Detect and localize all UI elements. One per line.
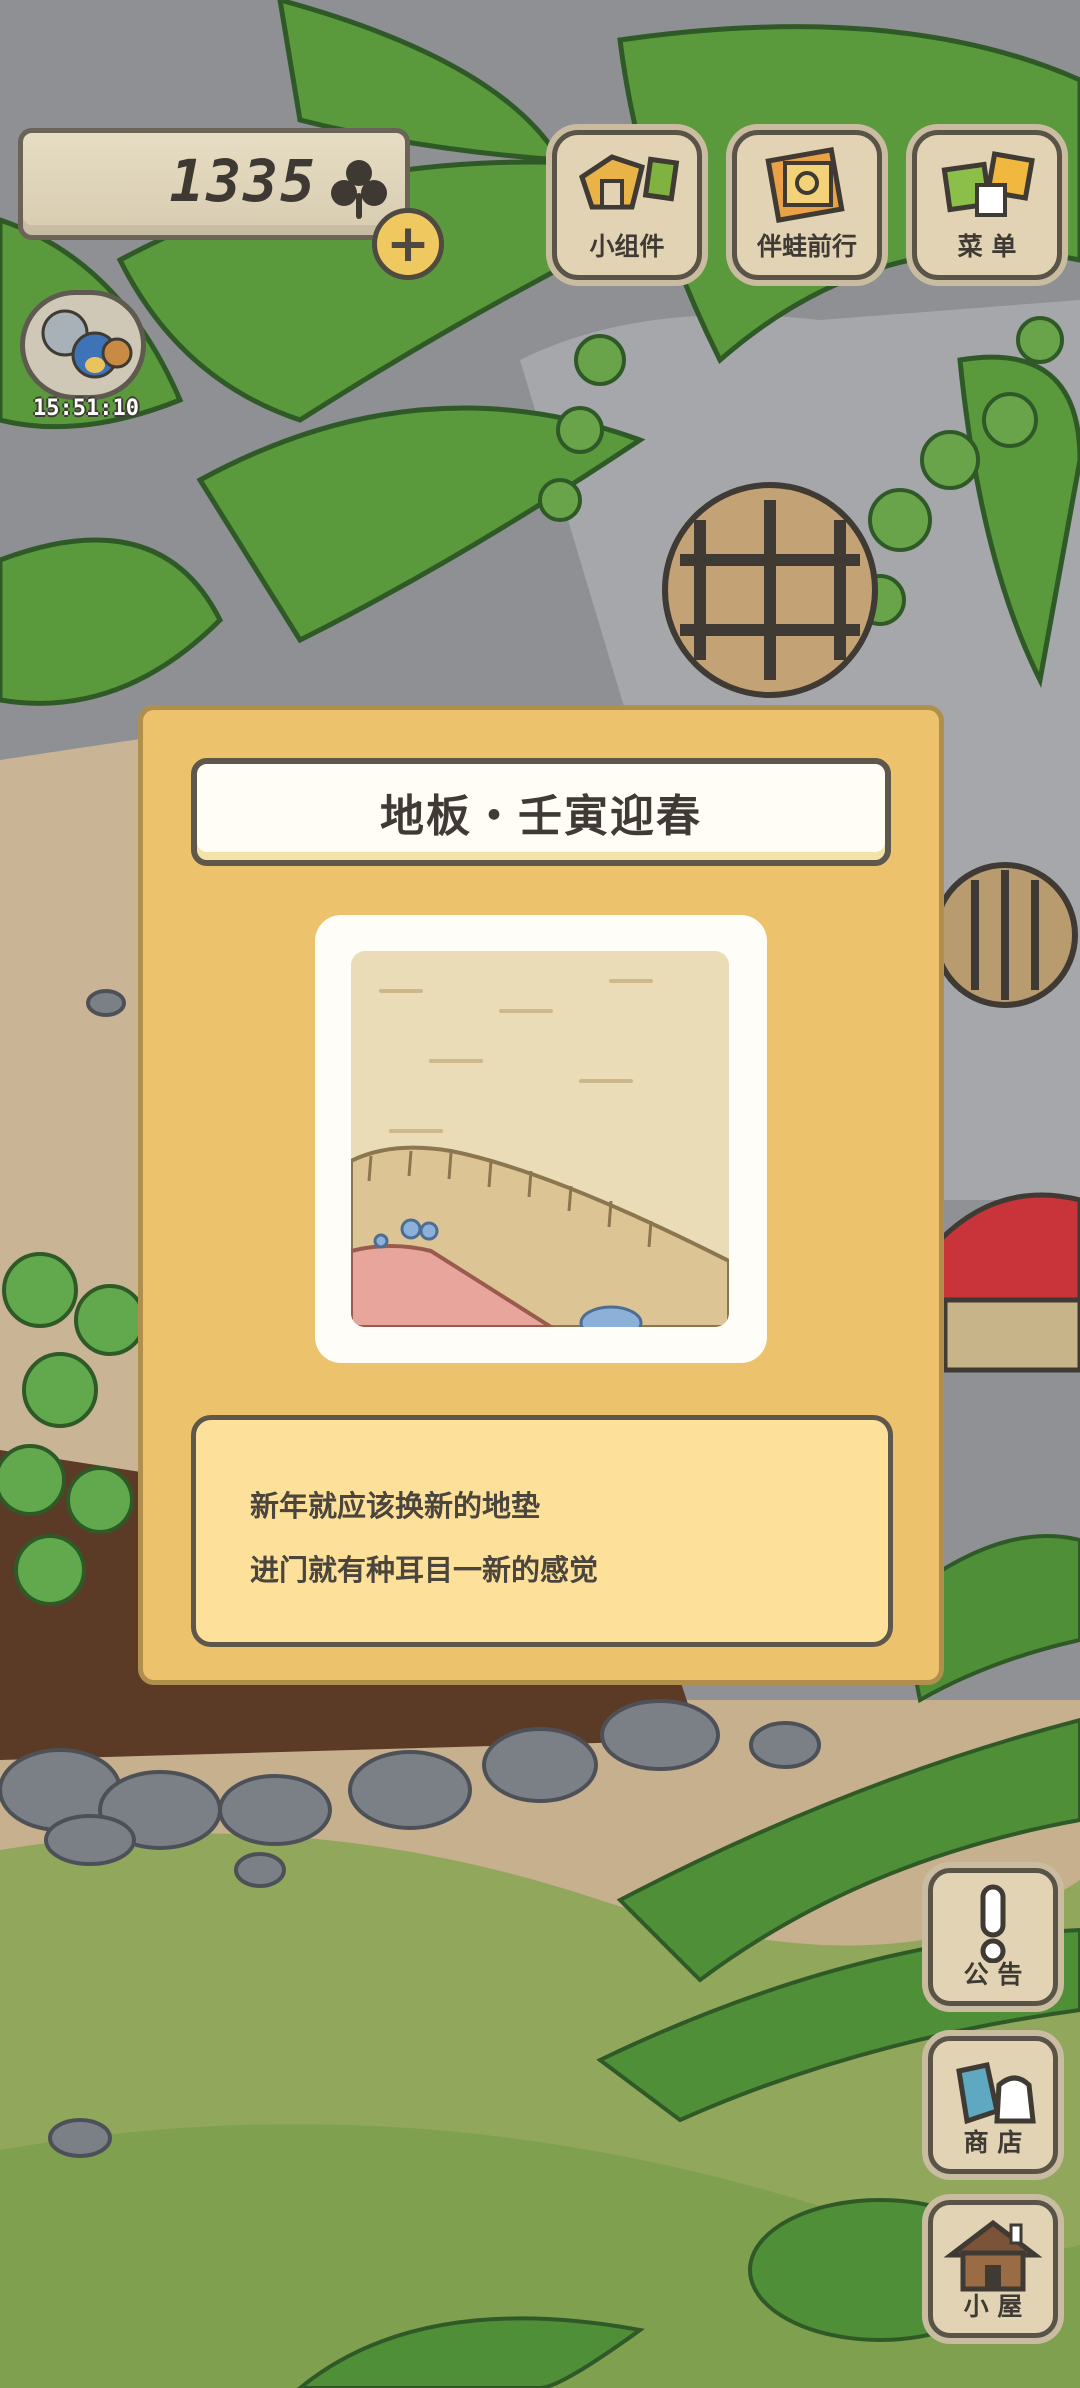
timer-text: 15:51:10 [33,396,139,421]
menu-cards-icon [917,147,1057,227]
journey-album-icon [737,147,877,227]
add-clover-button[interactable]: + [372,208,444,280]
notice-button[interactable]: 公 告 [928,1868,1058,2006]
shop-bags-icon [933,2051,1053,2131]
item-title: 地板・壬寅迎春 [191,758,891,866]
exclamation-icon [933,1883,1053,1963]
item-description: 新年就应该换新的地垫 进门就有种耳目一新的感觉 [191,1415,893,1647]
notice-label: 公 告 [963,1960,1023,1989]
widget-button[interactable]: 小组件 [552,130,702,280]
shop-label: 商 店 [963,2128,1023,2157]
travel-album-label: 伴蛙前行 [756,232,857,261]
house-button[interactable]: 小 屋 [928,2200,1058,2338]
description-line: 进门就有种耳目一新的感觉 [250,1553,599,1587]
widget-icon [557,147,697,223]
description-line: 新年就应该换新的地垫 [250,1489,541,1523]
house-label: 小 屋 [963,2292,1023,2321]
travel-timer[interactable]: 15:51:10 [20,290,150,426]
clover-counter: 1335 [18,128,410,240]
frog-avatar [20,290,146,400]
item-detail-dialog[interactable]: 地板・壬寅迎春 新年就应该换新的地垫 进门就有种耳目一新的感觉 [138,705,944,1685]
menu-label: 菜 单 [957,232,1017,261]
clover-icon [329,157,389,225]
floor-mat-image [351,951,729,1327]
item-image-frame [315,915,767,1363]
plus-icon: + [386,214,430,274]
house-icon [933,2215,1053,2295]
travel-album-button[interactable]: 伴蛙前行 [732,130,882,280]
shop-button[interactable]: 商 店 [928,2036,1058,2174]
clover-count: 1335 [169,147,317,215]
widget-label: 小组件 [589,232,665,261]
menu-button[interactable]: 菜 单 [912,130,1062,280]
